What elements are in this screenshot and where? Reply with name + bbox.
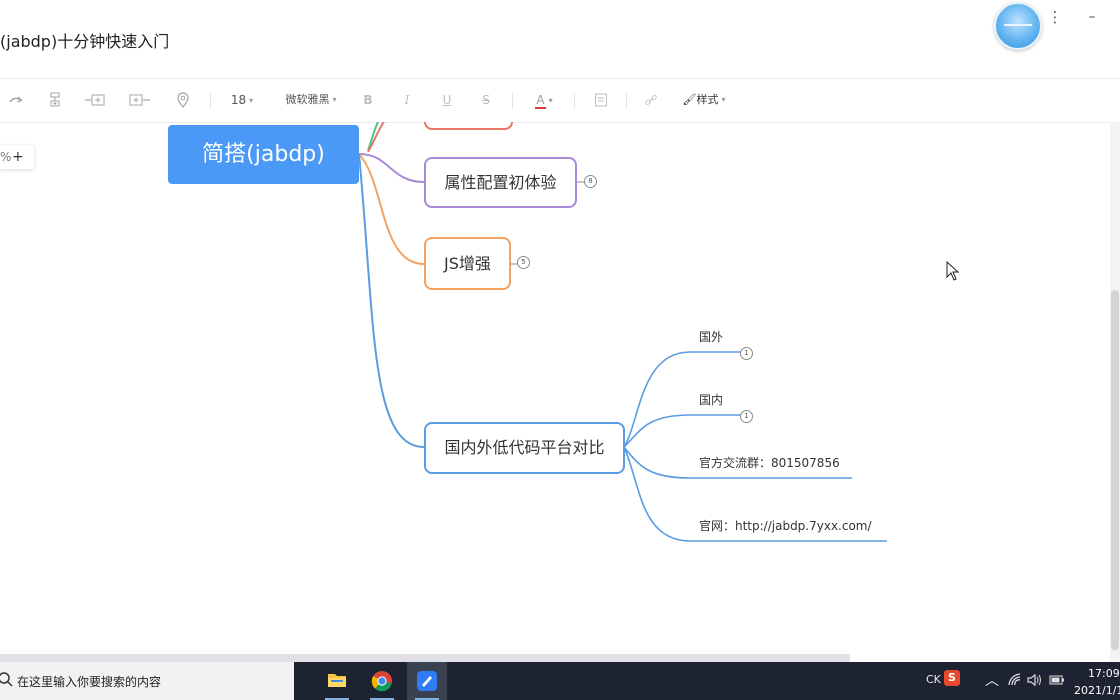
toolbar: 18 ▾ 微软雅黑 ▾ B I U S A ▾ 🖌样式 ▾	[0, 79, 1120, 123]
font-color-glyph: A	[535, 93, 546, 109]
leaf-node[interactable]: 国内	[699, 391, 723, 408]
connector-branch-3	[358, 153, 425, 448]
bold-button[interactable]: B	[360, 92, 376, 108]
font-size-select[interactable]: 18 ▾	[228, 92, 256, 108]
underline-button[interactable]: U	[439, 92, 455, 108]
toolbar-divider	[626, 93, 627, 109]
chevron-down-icon: ▾	[548, 96, 553, 105]
leaf-node[interactable]: 官网：http://jabdp.7yxx.com/	[699, 517, 872, 534]
toolbar-divider	[210, 93, 211, 109]
font-size-value: 18	[230, 93, 247, 107]
battery-icon[interactable]	[1049, 674, 1065, 686]
document-title: (jabdp)十分钟快速入门	[0, 32, 170, 51]
note-icon[interactable]	[594, 92, 608, 108]
minimize-button[interactable]: –	[1084, 8, 1100, 26]
collapsed-count-badge[interactable]: 5	[517, 256, 530, 269]
insert-parent-icon[interactable]	[47, 92, 63, 108]
chrome-icon[interactable]	[362, 662, 402, 700]
root-node[interactable]: 简搭(jabdp)	[168, 125, 359, 184]
taskbar-search-box[interactable]: 在这里输入你要搜索的内容	[0, 662, 294, 700]
insert-sibling-icon[interactable]	[84, 92, 106, 108]
leaf-node[interactable]: 官方交流群：801507856	[699, 454, 840, 471]
ime-indicator[interactable]: CK	[926, 673, 941, 686]
branch-node[interactable]: JS增强	[424, 237, 511, 290]
chevron-down-icon: ▾	[332, 95, 337, 104]
insert-child-icon[interactable]	[129, 92, 151, 108]
connector-child-2	[623, 414, 745, 448]
branch-node[interactable]: 国内外低代码平台对比	[424, 422, 625, 474]
mindmap-canvas[interactable]: 简搭(jabdp) 属性配置初体验 8 JS增强 5 国内外低代码平台对比 国外…	[0, 122, 1110, 652]
wifi-icon[interactable]	[1008, 673, 1022, 687]
italic-button[interactable]: I	[399, 92, 415, 108]
user-avatar[interactable]	[994, 2, 1042, 50]
mouse-cursor-icon	[946, 261, 960, 281]
link-icon[interactable]	[644, 92, 658, 108]
toolbar-divider	[512, 93, 513, 109]
more-options-icon[interactable]: ⋮	[1047, 8, 1063, 26]
font-color-button[interactable]: A ▾	[532, 92, 556, 109]
search-icon	[0, 672, 13, 687]
feishu-icon[interactable]	[407, 662, 447, 700]
font-family-value: 微软雅黑	[285, 93, 330, 106]
vertical-scrollbar-thumb[interactable]	[1111, 290, 1119, 650]
style-brush-icon: 🖌	[682, 93, 697, 106]
toolbar-divider	[574, 93, 575, 109]
style-label: 样式	[696, 93, 719, 106]
clock-date[interactable]: 2021/1/1	[1074, 684, 1120, 697]
chevron-down-icon: ▾	[721, 95, 726, 104]
connector-child-1	[623, 351, 745, 448]
search-placeholder: 在这里输入你要搜索的内容	[17, 675, 162, 689]
leaf-node[interactable]: 国外	[699, 328, 723, 345]
style-dropdown[interactable]: 🖌样式 ▾	[681, 92, 727, 108]
volume-icon[interactable]	[1027, 673, 1043, 687]
collapsed-count-badge[interactable]: 8	[584, 175, 597, 188]
collapsed-count-badge[interactable]: 1	[740, 410, 753, 423]
clock-time[interactable]: 17:09	[1088, 667, 1120, 680]
location-icon[interactable]	[175, 92, 191, 108]
branch-node[interactable]: 属性配置初体验	[424, 157, 577, 208]
horizontal-scrollbar[interactable]	[0, 654, 850, 662]
chevron-down-icon: ▾	[249, 96, 254, 105]
connector-branch-2	[358, 153, 425, 265]
strikethrough-button[interactable]: S	[478, 92, 494, 108]
show-hidden-icons-chevron-icon[interactable]: ︿	[985, 670, 999, 690]
collapsed-count-badge[interactable]: 1	[740, 347, 753, 360]
font-family-select[interactable]: 微软雅黑 ▾	[281, 92, 341, 108]
sogou-input-icon[interactable]: S	[944, 670, 960, 686]
redo-icon[interactable]	[8, 92, 24, 108]
file-explorer-icon[interactable]	[317, 662, 357, 700]
hidden-branch-node[interactable]	[424, 122, 513, 130]
